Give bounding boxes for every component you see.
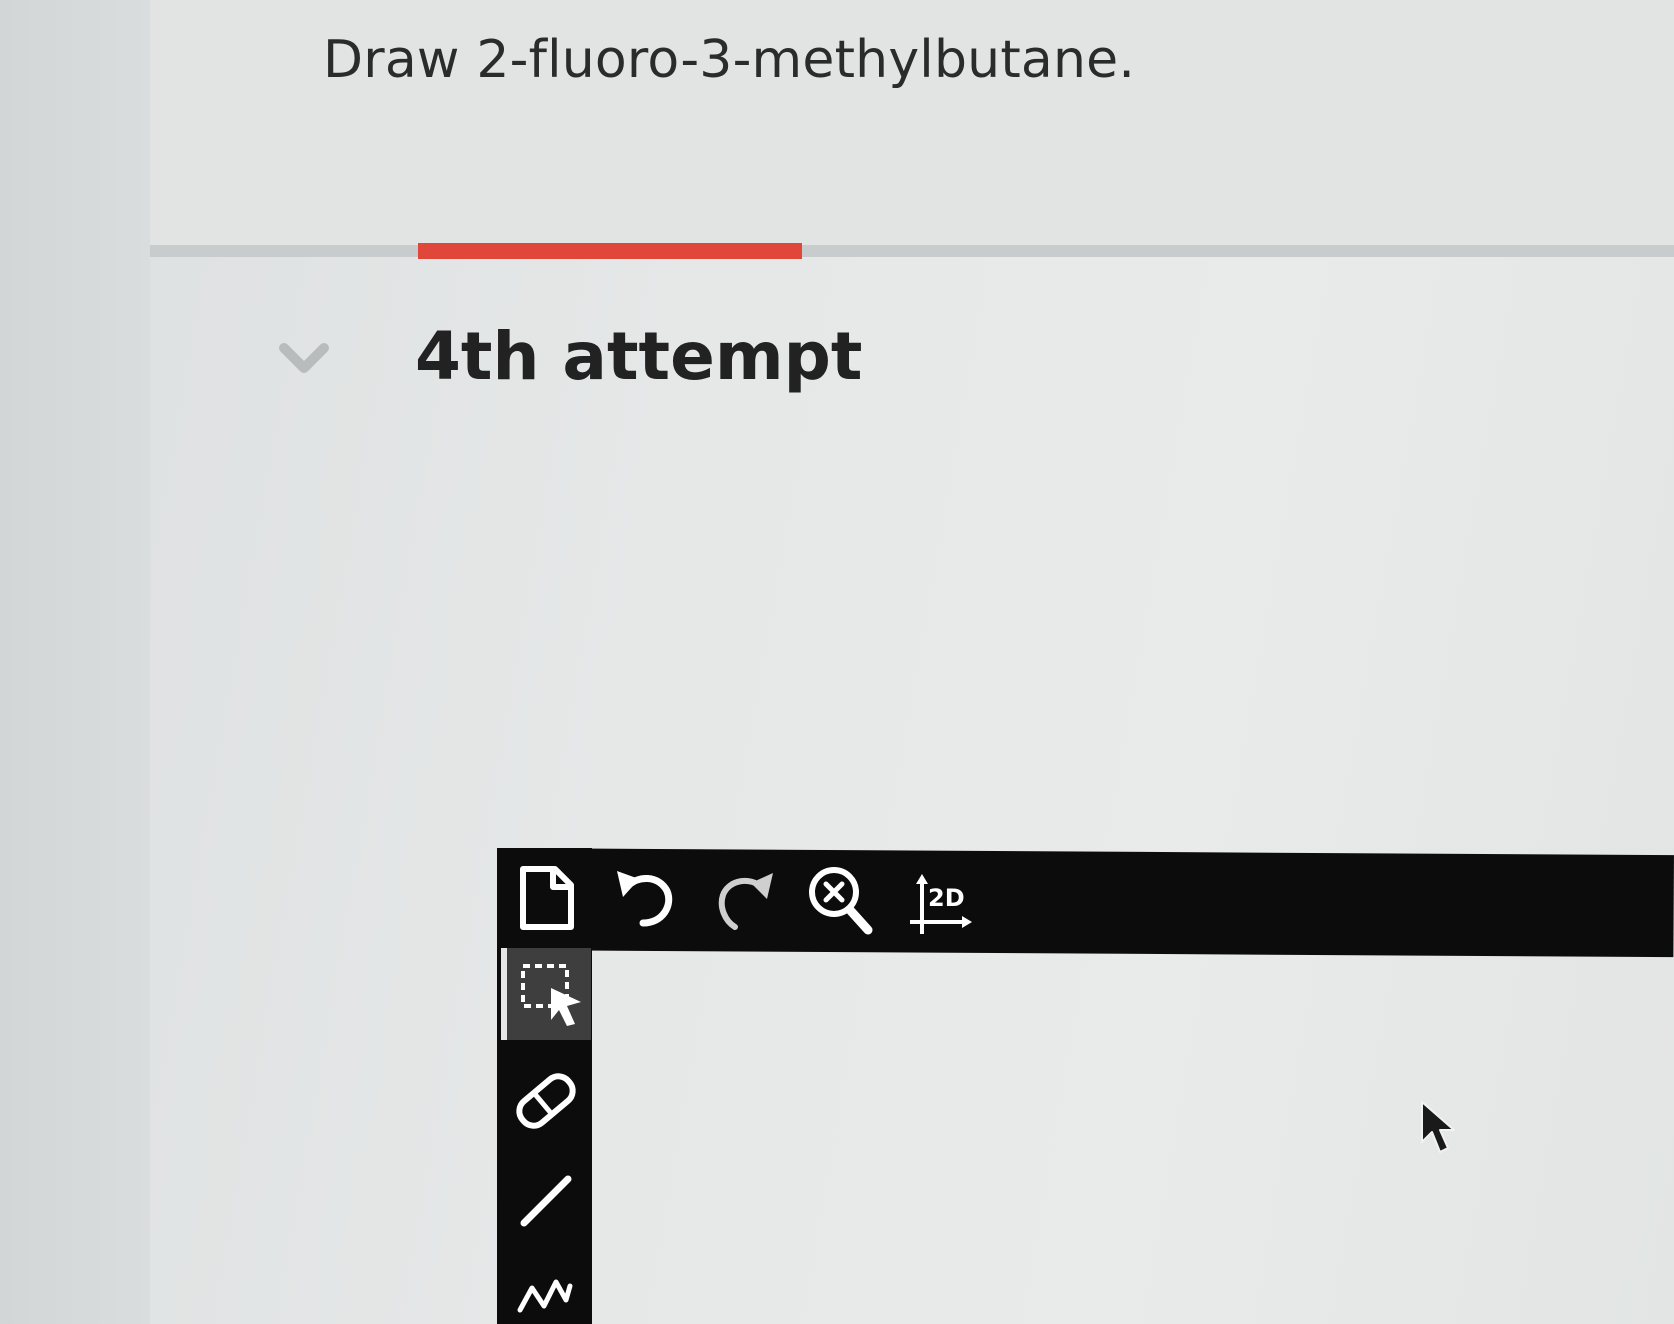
redo-icon	[718, 873, 773, 930]
zoom-clear-icon	[809, 867, 873, 935]
undo-button[interactable]	[612, 864, 680, 932]
zoom-clear-button[interactable]	[806, 864, 876, 936]
select-icon	[521, 964, 581, 1026]
new-document-button[interactable]	[514, 862, 578, 934]
select-tool-button[interactable]	[501, 948, 591, 1040]
question-text: Draw 2-fluoro-3-methylbutane.	[323, 30, 1136, 90]
new-document-icon	[520, 866, 574, 930]
attempt-heading: 4th attempt	[415, 318, 863, 395]
eraser-icon	[516, 1073, 576, 1129]
left-margin	[0, 0, 150, 1324]
single-bond-tool-button[interactable]	[505, 1160, 587, 1242]
chevron-down-icon[interactable]	[278, 340, 330, 376]
page: Draw 2-fluoro-3-methylbutane. 4th attemp…	[0, 0, 1674, 1324]
single-bond-icon	[520, 1175, 572, 1227]
svg-text:2D: 2D	[928, 884, 965, 912]
progress-fill	[418, 243, 802, 259]
progress-track	[150, 245, 1674, 257]
undo-icon	[617, 871, 673, 927]
redo-button[interactable]	[710, 866, 778, 934]
chain-tool-button[interactable]	[505, 1250, 587, 1324]
mouse-cursor-icon	[1421, 1101, 1455, 1153]
clean-2d-button[interactable]: 2D	[904, 872, 974, 938]
clean-2d-icon: 2D	[910, 874, 972, 934]
chain-icon	[517, 1279, 573, 1313]
eraser-tool-button[interactable]	[505, 1060, 587, 1142]
drawing-canvas[interactable]	[592, 950, 1674, 1324]
